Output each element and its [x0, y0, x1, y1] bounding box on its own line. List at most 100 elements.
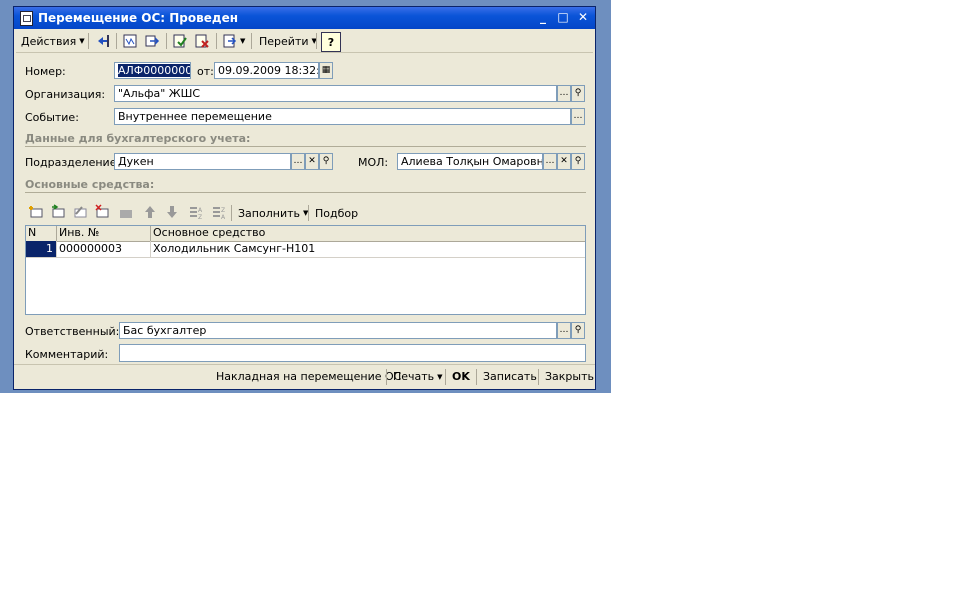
- mol-field[interactable]: Алиева Толқын Омаровна: [397, 153, 543, 170]
- close-button[interactable]: ✕: [575, 10, 591, 25]
- svg-text:Z: Z: [221, 207, 225, 214]
- title-bar[interactable]: Перемещение ОС: Проведен _ □ ✕: [14, 7, 595, 29]
- mol-clear-button[interactable]: ✕: [557, 153, 571, 170]
- ok-button[interactable]: OK: [452, 370, 470, 383]
- section-divider: [25, 192, 586, 193]
- calendar-icon: ▦: [321, 65, 331, 75]
- magnifier-icon: ⚲: [574, 88, 582, 98]
- column-header-n[interactable]: N: [26, 226, 57, 241]
- add-row-icon[interactable]: [28, 204, 44, 220]
- column-header-asset[interactable]: Основное средство: [151, 226, 585, 241]
- organization-select-button[interactable]: …: [557, 85, 571, 102]
- chevron-down-icon: ▼: [79, 37, 85, 45]
- svg-text:A: A: [221, 214, 226, 220]
- print-menu-button[interactable]: Печать ▼: [393, 370, 443, 383]
- assets-table[interactable]: N Инв. № Основное средство 1 000000003 Х…: [25, 225, 586, 315]
- help-button[interactable]: ?: [321, 32, 341, 52]
- close-form-button[interactable]: Закрыть: [545, 370, 594, 383]
- organization-field[interactable]: "Альфа" ЖШС: [114, 85, 557, 102]
- mol-open-button[interactable]: ⚲: [571, 153, 585, 170]
- fill-menu-button[interactable]: Заполнить ▼: [235, 204, 311, 222]
- document-icon: [20, 11, 33, 26]
- svg-text:Z: Z: [198, 214, 202, 220]
- responsible-field[interactable]: Бас бухгалтер: [119, 322, 557, 339]
- accounting-section-title: Данные для бухгалтерского учета:: [25, 132, 251, 145]
- table-header: N Инв. № Основное средство: [26, 226, 585, 242]
- magnifier-icon: ⚲: [574, 325, 582, 335]
- back-arrow-icon[interactable]: [96, 33, 112, 49]
- movements-icon[interactable]: [144, 33, 160, 49]
- based-on-icon[interactable]: [222, 33, 238, 49]
- number-label: Номер:: [25, 65, 66, 78]
- number-value: АЛФ00000001: [118, 64, 190, 77]
- invoice-print-button[interactable]: Накладная на перемещение ОС: [216, 370, 401, 383]
- event-select-button[interactable]: …: [571, 108, 585, 125]
- move-up-icon[interactable]: [142, 204, 158, 220]
- form-body: Номер: АЛФ00000001 от: 09.09.2009 18:32:…: [14, 53, 595, 364]
- move-down-icon[interactable]: [164, 204, 180, 220]
- ellipsis-icon: …: [559, 88, 569, 98]
- division-clear-button[interactable]: ✕: [305, 153, 319, 170]
- selection-button[interactable]: Подбор: [312, 204, 361, 222]
- division-value: Дукен: [118, 155, 154, 168]
- minimize-button[interactable]: _: [535, 10, 551, 25]
- event-field[interactable]: Внутреннее перемещение: [114, 108, 571, 125]
- main-toolbar: Действия ▼ ▼ Перейти ▼ ?: [16, 30, 593, 53]
- document-window: Перемещение ОС: Проведен _ □ ✕ Действия …: [13, 6, 596, 390]
- division-label: Подразделение:: [25, 156, 121, 169]
- actions-menu-button[interactable]: Действия ▼: [18, 32, 88, 50]
- mol-select-button[interactable]: …: [543, 153, 557, 170]
- chevron-down-icon: ▼: [437, 372, 443, 381]
- organization-open-button[interactable]: ⚲: [571, 85, 585, 102]
- mol-label: МОЛ:: [358, 156, 389, 169]
- mol-value: Алиева Толқын Омаровна: [401, 155, 543, 168]
- section-divider: [25, 146, 586, 147]
- comment-label: Комментарий:: [25, 348, 109, 361]
- division-field[interactable]: Дукен: [114, 153, 291, 170]
- calendar-button[interactable]: ▦: [319, 62, 333, 79]
- responsible-value: Бас бухгалтер: [123, 324, 207, 337]
- sort-descending-icon[interactable]: ZA: [211, 204, 227, 220]
- column-header-inv[interactable]: Инв. №: [57, 226, 151, 241]
- magnifier-icon: ⚲: [574, 156, 582, 166]
- date-field[interactable]: 09.09.2009 18:32:54: [214, 62, 319, 79]
- division-open-button[interactable]: ⚲: [319, 153, 333, 170]
- row-asset-name: Холодильник Самсунг-Н101: [153, 242, 316, 255]
- date-value: 09.09.2009 18:32:54: [218, 64, 319, 77]
- maximize-button[interactable]: □: [555, 10, 571, 25]
- edit-row-icon[interactable]: [72, 204, 88, 220]
- organization-label: Организация:: [25, 88, 106, 101]
- delete-row-icon[interactable]: [94, 204, 110, 220]
- post-document-icon[interactable]: [172, 33, 188, 49]
- selection-label: Подбор: [315, 206, 359, 220]
- magnifier-icon: ⚲: [322, 156, 330, 166]
- event-label: Событие:: [25, 111, 79, 124]
- chevron-down-icon[interactable]: ▼: [240, 37, 245, 45]
- window-title: Перемещение ОС: Проведен: [38, 11, 238, 25]
- goto-label: Перейти: [259, 34, 309, 48]
- clear-icon: ✕: [308, 156, 316, 166]
- structure-icon[interactable]: [122, 33, 138, 49]
- copy-row-icon[interactable]: [50, 204, 66, 220]
- bottom-action-bar: Накладная на перемещение ОС Печать ▼ OK …: [14, 364, 595, 389]
- responsible-select-button[interactable]: …: [557, 322, 571, 339]
- ellipsis-icon: …: [293, 156, 303, 166]
- unpost-document-icon[interactable]: [194, 33, 210, 49]
- division-select-button[interactable]: …: [291, 153, 305, 170]
- sort-ascending-icon[interactable]: AZ: [188, 204, 204, 220]
- save-button[interactable]: Записать: [483, 370, 537, 383]
- goto-menu-button[interactable]: Перейти ▼: [256, 32, 320, 50]
- comment-field[interactable]: [119, 344, 586, 362]
- assets-section-title: Основные средства:: [25, 178, 155, 191]
- responsible-open-button[interactable]: ⚲: [571, 322, 585, 339]
- ellipsis-icon: …: [545, 156, 555, 166]
- organization-value: "Альфа" ЖШС: [118, 87, 201, 100]
- row-inventory-number: 000000003: [57, 241, 151, 257]
- row-number: 1: [26, 241, 57, 257]
- table-row[interactable]: 1 000000003 Холодильник Самсунг-Н101: [26, 241, 585, 258]
- number-field[interactable]: АЛФ00000001: [114, 62, 191, 79]
- end-edit-icon[interactable]: [118, 204, 134, 220]
- ellipsis-icon: …: [573, 111, 583, 121]
- svg-text:A: A: [198, 207, 203, 214]
- table-toolbar: AZ ZA Заполнить ▼ Подбор: [25, 202, 586, 222]
